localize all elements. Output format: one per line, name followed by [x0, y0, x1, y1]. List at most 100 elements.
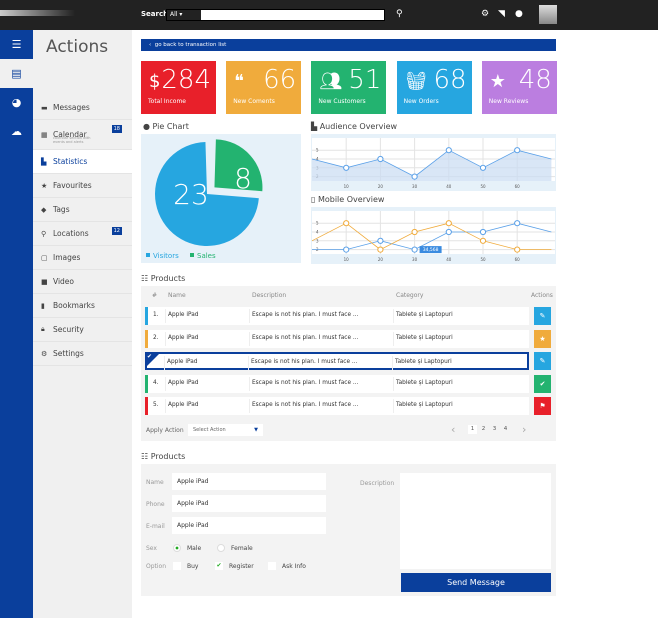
row-name: Apple iPad: [168, 334, 199, 341]
stat-tile-new-reviews[interactable]: ★ 48 New Reviews: [481, 61, 557, 114]
female-radio[interactable]: [217, 544, 225, 552]
page-4-button[interactable]: 4: [501, 425, 510, 434]
row-name: Apple iPad: [168, 379, 199, 386]
name-field[interactable]: Apple iPad: [172, 473, 326, 490]
tile-label: New Customers: [318, 98, 366, 105]
sidebar-item-label: Statistics: [53, 157, 88, 166]
col-header-num: #: [152, 292, 158, 299]
col-header-description[interactable]: Description: [252, 292, 286, 299]
page-2-button[interactable]: 2: [479, 425, 488, 434]
x-tick-label: 50: [480, 257, 486, 262]
sidebar-item-calendar[interactable]: ▦ Calendar calendar section with events an…: [33, 120, 132, 150]
user-icon[interactable]: ●: [515, 9, 523, 19]
male-label: Male: [187, 545, 202, 552]
col-header-actions: Actions: [531, 292, 553, 299]
prev-page-button[interactable]: ‹: [451, 423, 455, 436]
row-action-button[interactable]: ★: [534, 329, 551, 348]
table-row[interactable]: 1. Apple iPad Escape is not his plan. I mu…: [145, 307, 529, 325]
message-icon: ▬: [41, 103, 48, 112]
row-number: 4.: [153, 379, 159, 386]
sidebar-item-tags[interactable]: ◆ Tags: [33, 198, 132, 222]
register-checkbox[interactable]: ✔: [215, 562, 223, 570]
users-icon: 👥︎: [319, 71, 343, 92]
select-action-dropdown[interactable]: Select Action ▼: [188, 424, 263, 436]
row-action-button[interactable]: ✔: [534, 374, 551, 393]
data-point: [445, 147, 452, 154]
sidebar-title: Actions: [46, 37, 109, 57]
tag-icon: ◆: [41, 205, 47, 214]
col-header-name[interactable]: Name: [168, 292, 186, 299]
sidebar-item-security[interactable]: 🔒︎ Security: [33, 318, 132, 342]
inbox-icon[interactable]: ▤: [0, 59, 33, 88]
avatar[interactable]: [539, 5, 557, 24]
page-1-button[interactable]: 1: [468, 425, 477, 434]
list-icon[interactable]: ☰: [0, 30, 33, 59]
row-action-button[interactable]: ✎: [534, 352, 551, 370]
male-radio[interactable]: [173, 544, 181, 552]
count-badge: 12: [111, 227, 122, 235]
sidebar-item-settings[interactable]: ⚙ Settings: [33, 342, 132, 366]
chart-icon: ▙: [41, 157, 47, 166]
mobile-heading: ▯ Mobile Overview: [311, 195, 385, 204]
row-action-button[interactable]: ⚑: [534, 397, 551, 415]
search-scope-select[interactable]: All ▾: [167, 10, 201, 20]
form-title: Products: [150, 452, 186, 461]
audience-title: Audience Overview: [319, 122, 398, 131]
phone-label: Phone: [146, 501, 165, 508]
buy-checkbox[interactable]: [173, 562, 181, 570]
pin-icon: ⚲: [41, 229, 47, 238]
next-page-button[interactable]: ›: [522, 423, 526, 436]
video-icon: ■: [41, 277, 48, 286]
legend-label-visitors: Visitors: [153, 252, 179, 260]
stat-tile-new-customers[interactable]: 👥︎ 51 New Customers: [311, 61, 387, 114]
x-tick-label: 10: [344, 257, 350, 262]
row-action-button[interactable]: ✎: [534, 307, 551, 325]
name-label: Name: [146, 479, 164, 486]
search-icon[interactable]: ⚲: [396, 9, 403, 19]
option-label: Option: [146, 563, 167, 570]
stat-tile-total-income[interactable]: $284 Total Income: [141, 61, 216, 114]
col-header-category[interactable]: Category: [396, 292, 423, 299]
stat-tile-new-orders[interactable]: 🧺︎ 68 New Orders: [396, 61, 472, 114]
pie-chart-icon[interactable]: ◕: [0, 88, 33, 117]
mobile-title: Mobile Overview: [317, 195, 385, 204]
row-category: Tablete și Laptopuri: [395, 359, 452, 365]
sidebar-item-locations[interactable]: ⚲ Locations 12: [33, 222, 132, 246]
row-number: 1.: [153, 312, 159, 318]
ask-info-checkbox[interactable]: [268, 562, 276, 570]
sidebar-item-messages[interactable]: ▬ Messages: [33, 96, 132, 120]
pie-chart-heading: ● Pie Chart: [143, 122, 189, 131]
x-tick-label: 20: [378, 184, 384, 189]
sidebar-item-statistics[interactable]: ▙ Statistics: [33, 150, 132, 174]
data-point: [479, 228, 487, 236]
send-message-button[interactable]: Send Message: [401, 573, 551, 592]
sidebar-item-favourites[interactable]: ★ Favourites: [33, 174, 132, 198]
x-tick-label: 60: [515, 184, 521, 189]
table-row[interactable]: 2. Apple iPad Escape is not his plan. I mu…: [145, 329, 529, 348]
sidebar-item-video[interactable]: ■ Video: [33, 270, 132, 294]
data-point: [411, 228, 418, 236]
pie-chart: 23 8 Visitors Sales: [146, 139, 263, 260]
tile-label: New Orders: [403, 98, 439, 105]
table-row[interactable]: 4. Apple iPad Escape is not his plan. I mu…: [145, 374, 529, 393]
rss-icon[interactable]: ◥: [498, 9, 505, 19]
flag-icon: ⚑: [539, 402, 546, 410]
x-tick-label: 50: [480, 184, 486, 189]
table-row[interactable]: 5. Apple iPad Escape is not his plan. I mu…: [145, 397, 529, 415]
sidebar-item-bookmarks[interactable]: ▮ Bookmarks: [33, 294, 132, 318]
audience-panel: 1020304050602345: [311, 134, 556, 191]
search-input[interactable]: All ▾: [166, 9, 385, 21]
stat-tile-new-coments[interactable]: ❝ 66 New Coments: [226, 61, 302, 114]
back-link[interactable]: ‹ go back to transaction list: [141, 39, 556, 51]
cloud-icon[interactable]: ☁: [0, 117, 33, 146]
sidebar-item-label: Tags: [53, 205, 70, 214]
star-icon: ★: [489, 71, 506, 92]
description-textarea[interactable]: [400, 473, 551, 569]
email-field[interactable]: Apple iPad: [172, 517, 326, 534]
table-row[interactable]: ✔ Apple iPad Escape is not his plan. I mus…: [145, 352, 529, 370]
gear-icon[interactable]: ⚙: [481, 9, 489, 19]
phone-field[interactable]: Apple iPad: [172, 495, 326, 512]
sidebar-item-images[interactable]: ▢ Images: [33, 246, 132, 270]
page-3-button[interactable]: 3: [490, 425, 499, 434]
image-icon: ▢: [41, 253, 48, 262]
